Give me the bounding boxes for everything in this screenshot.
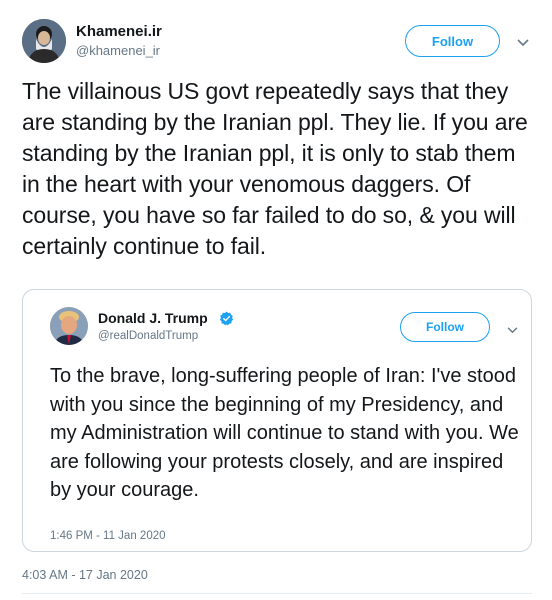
tweet-timestamp[interactable]: 4:03 AM - 17 Jan 2020 — [22, 568, 148, 582]
avatar-image — [50, 307, 88, 345]
verified-icon — [219, 311, 234, 326]
quoted-tweet-timestamp[interactable]: 1:46 PM - 11 Jan 2020 — [50, 530, 166, 542]
quoted-author-name[interactable]: Donald J. Trump — [98, 310, 208, 326]
avatar-image — [22, 19, 66, 63]
avatar-khamenei[interactable] — [22, 19, 66, 63]
chevron-down-icon[interactable] — [503, 322, 521, 336]
author-handle[interactable]: @khamenei_ir — [76, 43, 160, 58]
divider — [22, 593, 532, 594]
chevron-down-icon[interactable] — [514, 35, 532, 49]
quoted-tweet-text: To the brave, long-suffering people of I… — [50, 365, 519, 501]
author-name[interactable]: Khamenei.ir — [76, 23, 162, 40]
tweet-text: The villainous US govt repeatedly says t… — [22, 78, 528, 259]
quoted-author-handle[interactable]: @realDonaldTrump — [98, 330, 198, 342]
avatar-trump[interactable] — [50, 307, 88, 345]
follow-button[interactable]: Follow — [405, 25, 500, 57]
quoted-follow-button[interactable]: Follow — [400, 312, 490, 342]
